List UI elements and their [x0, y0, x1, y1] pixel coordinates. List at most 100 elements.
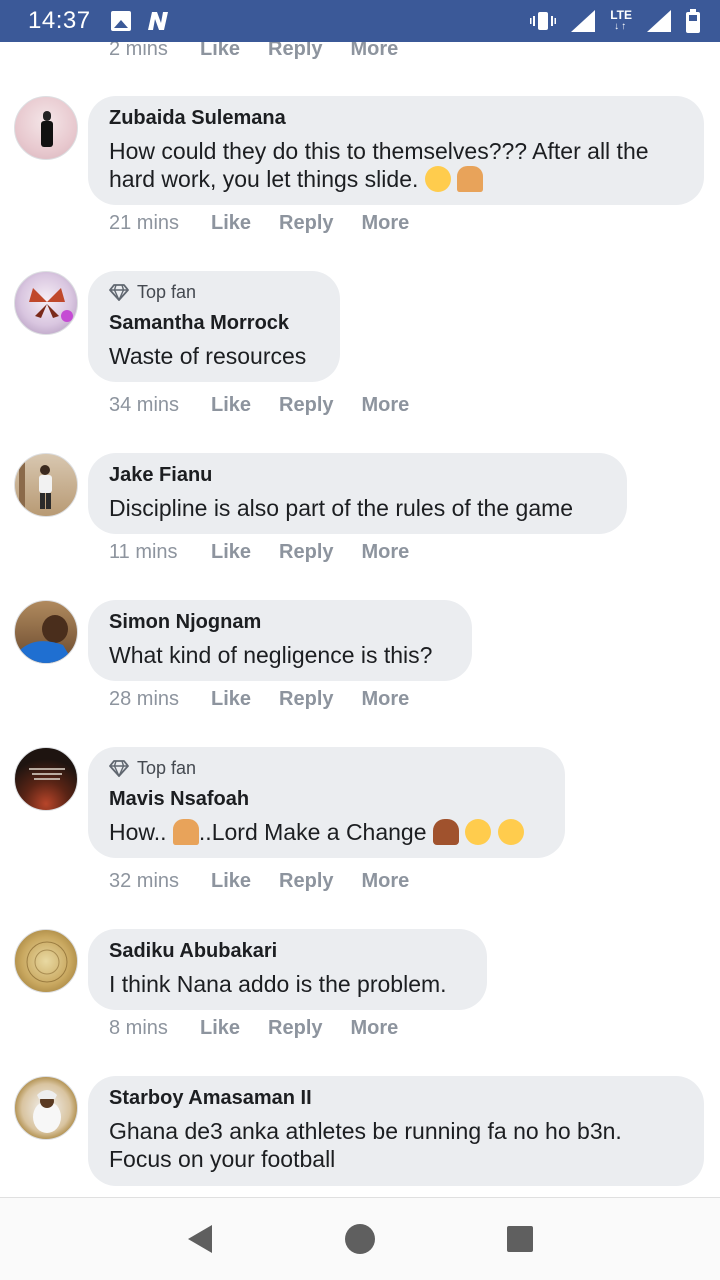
commenter-name[interactable]: Mavis Nsafoah — [109, 787, 544, 811]
commenter-name[interactable]: Samantha Morrock — [109, 311, 319, 335]
data-arrows: ↓↑ — [614, 21, 629, 32]
reply-button[interactable]: Reply — [279, 212, 333, 235]
comment-time: 32 mins — [109, 870, 180, 892]
comment-bubble[interactable]: Top fan Samantha Morrock Waste of resour… — [88, 271, 340, 382]
comment-bubble[interactable]: Sadiku Abubakari I think Nana addo is th… — [88, 929, 487, 1010]
image-icon — [110, 11, 131, 31]
avatar-photo — [33, 1090, 61, 1133]
signal-icon — [647, 10, 671, 32]
comment-bubble[interactable]: Simon Njognam What kind of negligence is… — [88, 600, 472, 681]
like-button[interactable]: Like — [211, 212, 251, 235]
clock: 14:37 — [28, 7, 91, 34]
comment-body-line: Ghana de3 anka athletes be running fa no… — [109, 1118, 622, 1144]
avatar-photo — [19, 615, 74, 663]
avatar-photo — [26, 941, 68, 983]
comment-body: What kind of negligence is this? — [109, 642, 433, 668]
comment-actions: 34 mins Like Reply More — [109, 394, 437, 417]
comment-text: Ghana de3 anka athletes be running fa no… — [109, 1117, 683, 1173]
commenter-name[interactable]: Starboy Amasaman II — [109, 1086, 683, 1110]
more-button[interactable]: More — [362, 870, 410, 893]
n-app-icon — [147, 12, 168, 30]
top-fan-badge: Top fan — [109, 757, 544, 779]
more-button[interactable]: More — [362, 541, 410, 564]
commenter-name[interactable]: Jake Fianu — [109, 463, 606, 487]
like-button[interactable]: Like — [200, 1017, 240, 1040]
comment-body: Discipline is also part of the rules of … — [109, 495, 574, 521]
avatar[interactable] — [14, 453, 78, 517]
unamused-emoji-icon — [465, 819, 492, 845]
more-button[interactable]: More — [362, 688, 410, 711]
more-button[interactable]: More — [351, 1017, 399, 1040]
vibrate-icon — [530, 12, 557, 30]
commenter-name[interactable]: Simon Njognam — [109, 610, 451, 634]
comment-text: How.. ..Lord Make a Change — [109, 818, 544, 846]
reply-button[interactable]: Reply — [268, 1017, 322, 1040]
reply-button[interactable]: Reply — [279, 541, 333, 564]
diamond-icon — [109, 760, 129, 777]
like-button[interactable]: Like — [211, 394, 251, 417]
avatar[interactable] — [14, 600, 78, 664]
thinking-emoji-icon — [497, 819, 524, 845]
recents-button[interactable] — [500, 1219, 540, 1259]
top-fan-label: Top fan — [137, 282, 197, 302]
comment-actions: 28 mins Like Reply More — [109, 688, 437, 711]
comment-body-part: ..Lord Make a Change — [198, 819, 427, 845]
top-fan-badge: Top fan — [109, 281, 319, 303]
comment-bubble[interactable]: Starboy Amasaman II Ghana de3 anka athle… — [88, 1076, 704, 1186]
avatar[interactable] — [14, 929, 78, 993]
top-fan-label: Top fan — [137, 758, 197, 778]
notification-icons — [110, 10, 171, 32]
battery-icon — [686, 9, 700, 33]
facepalm-emoji-icon — [457, 166, 484, 192]
back-button[interactable] — [180, 1219, 220, 1259]
reply-button[interactable]: Reply — [279, 394, 333, 417]
reply-button[interactable]: Reply — [279, 870, 333, 893]
avatar[interactable] — [14, 1076, 78, 1140]
home-button[interactable] — [340, 1219, 380, 1259]
avatar-photo — [19, 462, 52, 512]
comment-actions: 21 mins Like Reply More — [109, 212, 437, 235]
more-button[interactable]: More — [362, 212, 410, 235]
comment-body-part: How.. — [109, 819, 167, 845]
comment-bubble[interactable]: Jake Fianu Discipline is also part of th… — [88, 453, 627, 534]
avatar[interactable] — [14, 96, 78, 160]
home-circle-icon — [345, 1224, 375, 1254]
commenter-name[interactable]: Zubaida Sulemana — [109, 106, 683, 130]
comment-bubble[interactable]: Zubaida Sulemana How could they do this … — [88, 96, 704, 205]
comment-body: I think Nana addo is the problem. — [109, 971, 447, 997]
avatar[interactable] — [14, 271, 78, 335]
avatar-photo — [29, 288, 73, 322]
commenter-name[interactable]: Sadiku Abubakari — [109, 939, 466, 963]
comment-list[interactable]: 2 mins Like Reply More Zubaida Sulemana … — [0, 0, 720, 1197]
comment-text: How could they do this to themselves??? … — [109, 137, 683, 193]
more-button[interactable]: More — [362, 394, 410, 417]
like-button[interactable]: Like — [211, 541, 251, 564]
comment-time: 34 mins — [109, 394, 180, 416]
comment-body: How could they do this to themselves??? … — [109, 138, 649, 192]
comment-body: Waste of resources — [109, 343, 307, 369]
screen: 2 mins Like Reply More Zubaida Sulemana … — [0, 0, 720, 1280]
comment-actions: 11 mins Like Reply More — [109, 541, 437, 564]
like-button[interactable]: Like — [211, 870, 251, 893]
recents-square-icon — [507, 1226, 533, 1252]
shrug-emoji-icon — [172, 819, 199, 845]
comment-time: 8 mins — [109, 1017, 168, 1039]
comment-actions: 8 mins Like Reply More — [109, 1017, 426, 1040]
avatar-photo — [41, 111, 53, 147]
like-button[interactable]: Like — [211, 688, 251, 711]
navigation-bar — [0, 1197, 720, 1280]
network-label: LTE — [610, 8, 632, 22]
reply-button[interactable]: Reply — [279, 688, 333, 711]
signal-icon — [571, 10, 596, 32]
back-triangle-icon — [188, 1225, 212, 1253]
avatar[interactable] — [14, 747, 78, 811]
status-bar: 14:37 LTE ↓↑ — [0, 0, 720, 42]
comment-body-line: Focus on your football — [109, 1146, 336, 1172]
comment-time: 28 mins — [109, 688, 180, 710]
system-icons: LTE ↓↑ — [530, 9, 700, 33]
see-no-evil-emoji-icon — [432, 819, 459, 845]
avatar-photo — [29, 768, 65, 780]
comment-time: 21 mins — [109, 212, 180, 234]
comment-actions: 32 mins Like Reply More — [109, 870, 437, 893]
comment-bubble[interactable]: Top fan Mavis Nsafoah How.. ..Lord Make … — [88, 747, 565, 858]
